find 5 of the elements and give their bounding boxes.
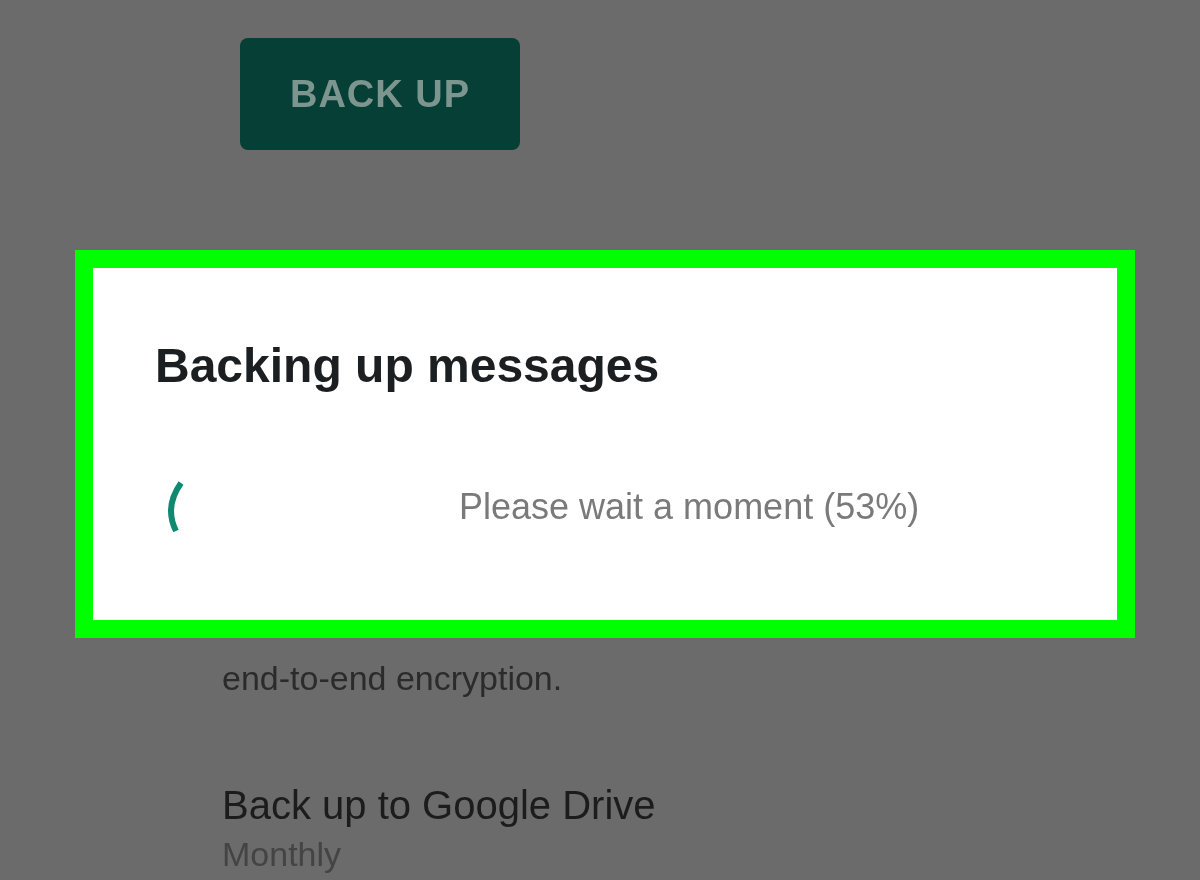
backup-button[interactable]: BACK UP bbox=[240, 38, 520, 150]
setting-title[interactable]: Back up to Google Drive bbox=[222, 780, 656, 830]
description-text: end-to-end encryption. bbox=[222, 658, 563, 699]
dialog-title: Backing up messages bbox=[155, 338, 661, 393]
progress-message: Please wait a moment (53%) bbox=[459, 486, 920, 528]
